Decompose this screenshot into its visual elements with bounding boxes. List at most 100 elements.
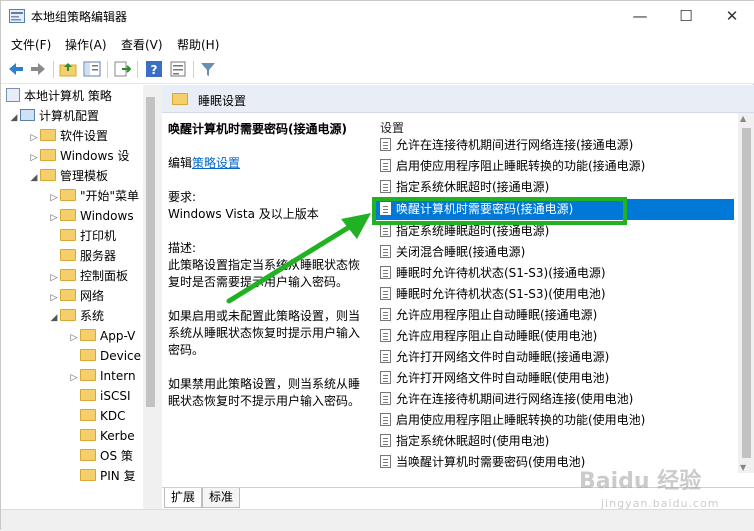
chevron-right-icon[interactable]: ▷ [68, 328, 80, 348]
show-tree-icon[interactable] [83, 60, 101, 78]
policy-setting-icon [380, 455, 391, 468]
description-text: 系统从睡眠状态恢复时提示用户输入 [168, 326, 361, 340]
policy-icon [6, 88, 20, 102]
policy-setting-icon [380, 371, 391, 384]
tree-item-control-panel[interactable]: ▷ 控制面板 [48, 266, 128, 286]
list-item[interactable]: 允许在连接待机期间进行网络连接(使用电池) [372, 389, 734, 410]
annotation-highlight-box [372, 197, 627, 225]
list-item[interactable]: 启用使应用程序阻止睡眠转换的功能(接通电源) [372, 156, 734, 177]
up-folder-icon[interactable] [59, 60, 77, 78]
tree-item-windows-components[interactable]: ▷ Windows [48, 206, 134, 226]
tree-scrollbar-thumb[interactable] [146, 97, 155, 407]
policy-setting-icon [380, 308, 391, 321]
folder-icon [80, 409, 96, 421]
list-item[interactable]: 允许打开网络文件时自动睡眠(接通电源) [372, 347, 734, 368]
properties-icon[interactable] [169, 60, 187, 78]
chevron-right-icon[interactable]: ▷ [48, 268, 60, 288]
scroll-up-icon[interactable]: ▲ [740, 114, 746, 123]
folder-icon [60, 269, 76, 281]
chevron-right-icon[interactable]: ▷ [48, 288, 60, 308]
policy-setting-icon [380, 224, 391, 237]
title-bar: 本地组策略编辑器 — ☐ ✕ [1, 1, 754, 32]
list-item[interactable]: 指定系统休眠超时(使用电池) [372, 431, 734, 452]
tree-item-kerberos[interactable]: Kerbe [80, 426, 135, 446]
back-icon[interactable] [7, 60, 25, 78]
tree-item-printers[interactable]: 打印机 [60, 226, 116, 246]
navigation-tree: 本地计算机 策略 ◢ 计算机配置 ▷ 软件设置 ▷ Windows 设 ◢ 管理模板 ▷… [2, 85, 158, 531]
chevron-down-icon[interactable]: ◢ [8, 108, 20, 128]
tree-item-internet[interactable]: ▷ Intern [68, 366, 136, 386]
tree-item-admin-templates[interactable]: ◢ 管理模板 [28, 166, 108, 186]
list-scrollbar-thumb[interactable] [742, 128, 751, 458]
computer-icon [20, 109, 35, 121]
window: 本地组策略编辑器 — ☐ ✕ 文件(F) 操作(A) 查看(V) 帮助(H) ?… [0, 0, 754, 531]
folder-icon [80, 449, 96, 461]
tree-item-device[interactable]: Device [80, 346, 141, 366]
folder-icon [80, 329, 96, 341]
list-item[interactable]: 允许在连接待机期间进行网络连接(接通电源) [372, 135, 734, 156]
description-text: 密码。 [168, 343, 205, 357]
minimize-button[interactable]: — [617, 1, 663, 32]
tab-standard[interactable]: 标准 [202, 488, 241, 508]
list-item[interactable]: 关闭混合睡眠(接通电源) [372, 242, 734, 263]
list-item[interactable]: 允许打开网络文件时自动睡眠(使用电池) [372, 368, 734, 389]
toolbar-separator [137, 61, 138, 78]
list-item[interactable]: 睡眠时允许待机状态(S1-S3)(接通电源) [372, 263, 734, 284]
maximize-button[interactable]: ☐ [663, 1, 709, 32]
menu-action[interactable]: 操作(A) [65, 36, 107, 53]
tree-item-kdc[interactable]: KDC [80, 406, 126, 426]
policy-setting-icon [380, 434, 391, 447]
chevron-down-icon[interactable]: ◢ [48, 308, 60, 328]
list-item[interactable]: 睡眠时允许待机状态(S1-S3)(使用电池) [372, 284, 734, 305]
svg-text:?: ? [151, 63, 158, 77]
chevron-right-icon[interactable]: ▷ [28, 128, 40, 148]
description-text: 如果禁用此策略设置，则当系统从睡 [168, 377, 361, 391]
tree-item-network[interactable]: ▷ 网络 [48, 286, 104, 306]
list-item[interactable]: 允许应用程序阻止自动睡眠(接通电源) [372, 305, 734, 326]
tree-item-start-menu[interactable]: ▷ "开始"菜单 [48, 186, 139, 206]
filter-icon[interactable] [199, 60, 217, 78]
policy-setting-icon [380, 180, 391, 193]
chevron-down-icon[interactable]: ◢ [28, 168, 40, 188]
folder-icon [40, 169, 56, 181]
folder-icon [80, 349, 96, 361]
edit-policy-link[interactable]: 策略设置 [192, 156, 240, 170]
chevron-right-icon[interactable]: ▷ [28, 148, 40, 168]
menu-help[interactable]: 帮助(H) [177, 36, 219, 53]
list-item[interactable]: 允许应用程序阻止自动睡眠(使用电池) [372, 326, 734, 347]
list-item[interactable]: 指定系统休眠超时(接通电源) [372, 177, 734, 198]
policy-setting-icon [380, 413, 391, 426]
chevron-right-icon[interactable]: ▷ [48, 208, 60, 228]
policy-setting-icon [380, 159, 391, 172]
gpedit-app-icon [9, 9, 25, 23]
folder-icon [80, 469, 96, 481]
tree-item-pin[interactable]: PIN 复 [80, 466, 136, 486]
export-list-icon[interactable] [113, 60, 132, 78]
tree-item-software-settings[interactable]: ▷ 软件设置 [28, 126, 108, 146]
policy-setting-icon [380, 138, 391, 151]
list-item[interactable]: 启用使应用程序阻止睡眠转换的功能(使用电池) [372, 410, 734, 431]
menu-bar: 文件(F) 操作(A) 查看(V) 帮助(H) [1, 32, 754, 56]
column-header-setting[interactable]: 设置 [380, 119, 404, 136]
tree-item-local-policy[interactable]: 本地计算机 策略 [6, 86, 112, 106]
baidu-watermark: Baidu 经验 jingyan.baidu.com [579, 463, 749, 523]
tree-item-windows-settings[interactable]: ▷ Windows 设 [28, 146, 129, 166]
forward-icon[interactable] [29, 60, 47, 78]
tree-item-app-v[interactable]: ▷ App-V [68, 326, 135, 346]
help-icon[interactable]: ? [145, 60, 163, 78]
tree-item-os-policy[interactable]: OS 策 [80, 446, 133, 466]
close-button[interactable]: ✕ [709, 1, 754, 32]
menu-view[interactable]: 查看(V) [121, 36, 163, 53]
tree-item-iscsi[interactable]: iSCSI [80, 386, 131, 406]
tab-extended[interactable]: 扩展 [164, 488, 203, 508]
details-header-title: 睡眠设置 [198, 94, 247, 108]
chevron-right-icon[interactable]: ▷ [48, 188, 60, 208]
chevron-right-icon[interactable]: ▷ [68, 368, 80, 388]
details-header: 睡眠设置 [162, 85, 754, 113]
folder-icon [80, 369, 96, 381]
tree-item-server[interactable]: 服务器 [60, 246, 116, 266]
tree-item-system[interactable]: ◢ 系统 [48, 306, 104, 326]
menu-file[interactable]: 文件(F) [11, 36, 51, 53]
tree-item-computer-config[interactable]: ◢ 计算机配置 [8, 106, 99, 126]
folder-icon [60, 229, 76, 241]
